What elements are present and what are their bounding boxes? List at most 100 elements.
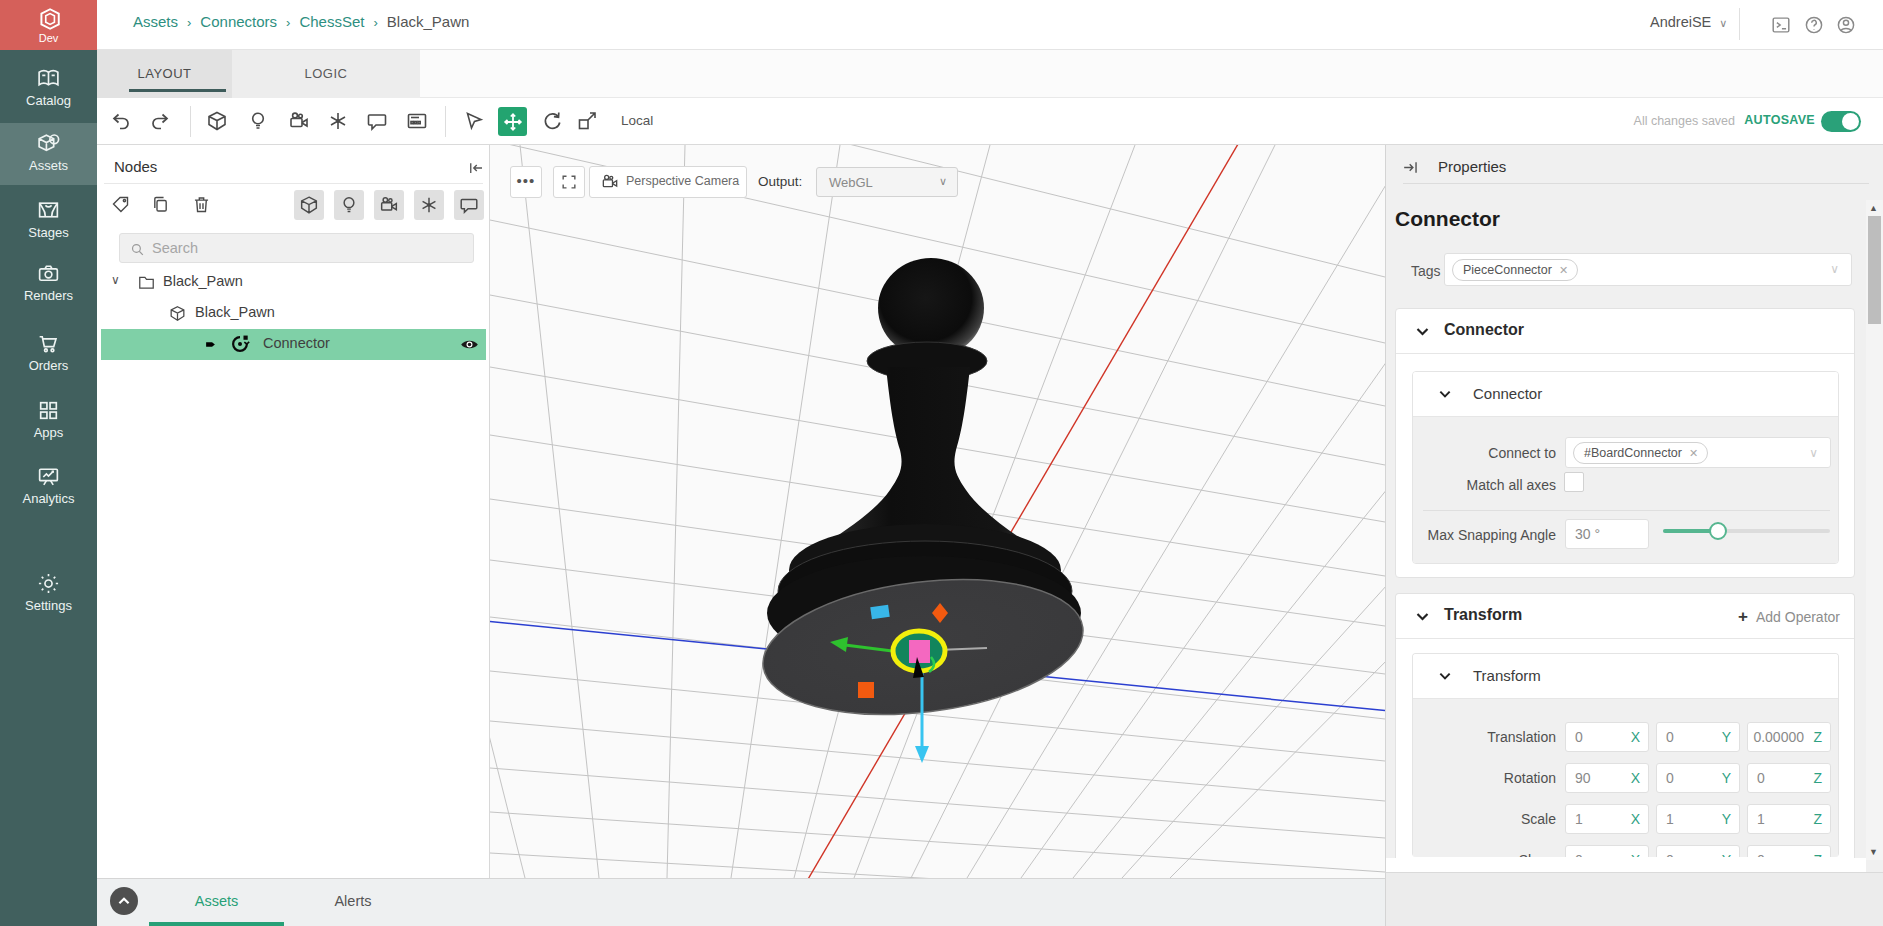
chevron-down-icon: ∨	[1719, 17, 1727, 29]
rotation-x-input[interactable]: 90X	[1565, 763, 1649, 793]
output-value: WebGL	[829, 175, 873, 190]
translation-y-input[interactable]: 0Y	[1656, 722, 1740, 752]
collapse-properties-icon[interactable]	[1401, 158, 1421, 178]
connector-inner-card: Connector Connect to #BoardConnector✕ ∨ …	[1412, 371, 1839, 564]
add-camera-button[interactable]	[287, 109, 311, 133]
sidebar-item-renders[interactable]: Renders	[0, 253, 97, 315]
add-annotation-button[interactable]	[365, 109, 389, 133]
sidebar-item-stages[interactable]: Stages	[0, 190, 97, 252]
add-billboard-button[interactable]	[405, 109, 429, 133]
undo-button[interactable]	[108, 109, 132, 133]
tag-chip: PieceConnector✕	[1452, 259, 1578, 281]
camera-select-button[interactable]: Perspective Camera	[589, 166, 747, 198]
add-connector-button[interactable]	[326, 109, 350, 133]
collapse-panel-icon[interactable]	[467, 159, 485, 177]
terminal-icon[interactable]	[1770, 14, 1792, 36]
account-icon[interactable]	[1835, 14, 1857, 36]
scale-tool-button[interactable]	[575, 109, 599, 133]
breadcrumb-link[interactable]: Assets	[133, 13, 178, 30]
breadcrumb-link[interactable]: ChessSet	[299, 13, 364, 30]
app-logo-icon	[36, 6, 62, 32]
sidebar-item-catalog[interactable]: Catalog	[0, 58, 97, 120]
connect-to-input[interactable]: #BoardConnector✕ ∨	[1565, 437, 1831, 468]
remove-tag-icon[interactable]: ✕	[1559, 264, 1568, 276]
shear-x-input[interactable]: 0X	[1565, 845, 1649, 857]
filter-lights-button[interactable]	[334, 190, 364, 220]
tags-input[interactable]: PieceConnector✕ ∨	[1444, 253, 1852, 286]
select-tool-button[interactable]	[462, 109, 486, 133]
connector-section-header[interactable]: Connector	[1396, 309, 1854, 354]
connector-inner-body: Connect to #BoardConnector✕ ∨ Match all …	[1413, 417, 1838, 564]
add-mesh-button[interactable]	[205, 109, 229, 133]
filter-cameras-button[interactable]	[374, 190, 404, 220]
properties-footer	[1386, 872, 1883, 926]
max-snapping-angle-slider[interactable]	[1663, 522, 1830, 540]
viewport-3d[interactable]: ••• Perspective Camera Output: WebGL ∨	[490, 145, 1385, 878]
transform-space-label[interactable]: Local	[621, 113, 653, 128]
filter-connectors-button[interactable]	[414, 190, 444, 220]
redo-button[interactable]	[149, 109, 173, 133]
viewport-menu-button[interactable]: •••	[510, 166, 542, 198]
header-divider	[1739, 8, 1740, 40]
tree-row-group[interactable]: ∨ Black_Pawn	[97, 267, 490, 298]
rotation-z-input[interactable]: 0Z	[1747, 763, 1831, 793]
delete-node-button[interactable]	[191, 194, 212, 215]
fullscreen-button[interactable]	[553, 166, 585, 198]
breadcrumb-link[interactable]: Connectors	[200, 13, 277, 30]
bottom-tab-assets[interactable]: Assets	[149, 879, 284, 926]
autosave-toggle[interactable]	[1821, 111, 1861, 132]
transform-row-label: Rotation	[1413, 770, 1556, 786]
sidebar-item-assets[interactable]: Assets	[0, 123, 97, 185]
output-label: Output:	[758, 174, 802, 189]
scale-y-input[interactable]: 1Y	[1656, 804, 1740, 834]
bottom-tab-alerts[interactable]: Alerts	[303, 879, 403, 926]
sidebar-item-apps[interactable]: Apps	[0, 390, 97, 452]
filter-annotations-button[interactable]	[454, 190, 484, 220]
translation-x-input[interactable]: 0X	[1565, 722, 1649, 752]
brand-label: Dev	[0, 32, 97, 44]
transform-section-header[interactable]: Transform +Add Operator	[1396, 594, 1854, 639]
scale-z-input[interactable]: 1Z	[1747, 804, 1831, 834]
visibility-eye-icon[interactable]	[459, 334, 480, 355]
move-tool-button[interactable]	[498, 107, 527, 136]
shear-z-input[interactable]: 0Z	[1747, 845, 1831, 857]
shear-y-input[interactable]: 0Y	[1656, 845, 1740, 857]
connector-icon	[229, 333, 251, 355]
add-operator-button[interactable]: +Add Operator	[1738, 607, 1840, 627]
brand-block[interactable]: Dev	[0, 0, 97, 50]
connector-inner-header[interactable]: Connector	[1413, 372, 1838, 417]
scroll-up-icon: ▲	[1869, 203, 1878, 213]
filter-meshes-button[interactable]	[294, 190, 324, 220]
chevron-down-icon: ∨	[939, 175, 947, 188]
duplicate-node-button[interactable]	[150, 194, 171, 215]
tab-layout[interactable]: LAYOUT	[97, 50, 232, 98]
rotation-y-input[interactable]: 0Y	[1656, 763, 1740, 793]
output-select[interactable]: WebGL ∨	[816, 167, 958, 197]
scroll-down-icon: ▼	[1869, 847, 1878, 857]
tree-row-mesh[interactable]: Black_Pawn	[97, 298, 490, 329]
sidebar-item-settings[interactable]: Settings	[0, 563, 97, 625]
add-light-button[interactable]	[246, 109, 270, 133]
remove-tag-icon[interactable]: ✕	[1689, 447, 1698, 459]
content-gap	[1386, 858, 1866, 872]
scale-x-input[interactable]: 1X	[1565, 804, 1649, 834]
bottom-bar: Assets Alerts	[97, 878, 1385, 926]
transform-inner-header[interactable]: Transform	[1413, 654, 1838, 699]
tab-logic[interactable]: LOGIC	[232, 50, 420, 98]
user-menu[interactable]: AndreiSE∨	[1650, 14, 1727, 30]
connect-to-label: Connect to	[1413, 445, 1556, 461]
sidebar-item-analytics[interactable]: Analytics	[0, 456, 97, 518]
rotate-tool-button[interactable]	[540, 109, 564, 133]
search-input[interactable]: Search	[119, 233, 474, 263]
translation-z-input[interactable]: 0.00000Z	[1747, 722, 1831, 752]
assets-icon	[36, 131, 61, 156]
properties-scrollbar[interactable]: ▲ ▼	[1866, 200, 1883, 860]
tree-row-connector[interactable]: Connector	[101, 329, 486, 360]
help-icon[interactable]	[1803, 14, 1825, 36]
sidebar-item-orders[interactable]: Orders	[0, 323, 97, 385]
expand-bottom-panel-button[interactable]	[110, 887, 138, 915]
max-snapping-angle-input[interactable]: 30 °	[1565, 519, 1649, 549]
tag-node-button[interactable]	[110, 194, 131, 215]
sidebar: Dev CatalogAssetsStagesRenders OrdersApps…	[0, 0, 97, 926]
match-all-axes-checkbox[interactable]	[1564, 472, 1584, 492]
